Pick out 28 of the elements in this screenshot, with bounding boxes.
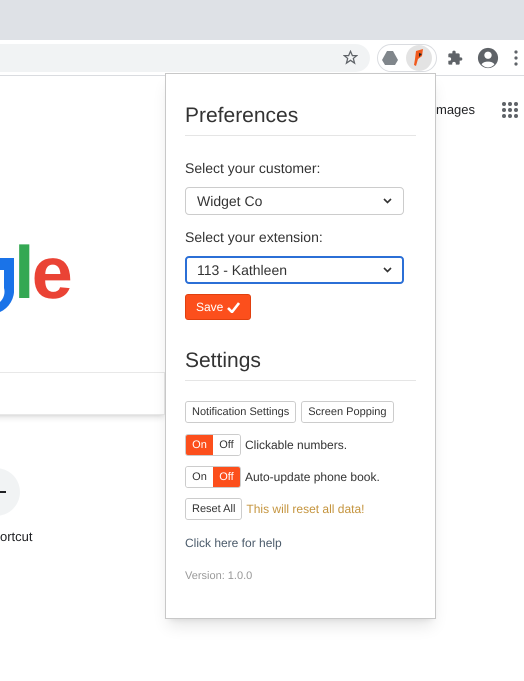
toggle-label: Auto-update phone book.	[245, 469, 380, 486]
version-text: Version: 1.0.0	[185, 569, 254, 584]
chevron-icon	[383, 267, 392, 273]
field-label: Select your customer:	[185, 159, 322, 178]
select-field[interactable]: Widget Co	[185, 187, 404, 215]
preferences-heading: Preferences	[185, 103, 300, 129]
field-label: Select your extension:	[185, 228, 324, 247]
reset-warning: This will reset all data!	[246, 501, 364, 518]
star-icon[interactable]	[343, 50, 358, 65]
images-link[interactable]: mages	[436, 100, 476, 120]
menu-icon[interactable]	[514, 50, 518, 66]
help-link[interactable]: Click here for help	[185, 534, 416, 552]
reset-all-button[interactable]: Reset All	[185, 498, 242, 520]
shortcut-label: ortcut	[0, 528, 33, 546]
settings-button[interactable]: Notification Settings	[185, 401, 296, 423]
settings-heading: Settings	[185, 348, 262, 374]
puzzle-icon[interactable]	[447, 50, 463, 66]
chevron-icon	[383, 198, 392, 204]
checkmark-icon	[227, 302, 240, 312]
logo-letter: e	[32, 236, 70, 310]
logo-fragment-icon	[0, 258, 14, 314]
select-field[interactable]: 113 - Kathleen	[185, 256, 404, 284]
apps-icon[interactable]	[502, 102, 518, 118]
toggle-label: Clickable numbers.	[245, 437, 348, 454]
logo-letter: l	[14, 236, 32, 310]
profile-icon[interactable]	[477, 46, 499, 68]
settings-button[interactable]: Screen Popping	[301, 401, 394, 423]
extension-icon[interactable]	[406, 44, 432, 70]
